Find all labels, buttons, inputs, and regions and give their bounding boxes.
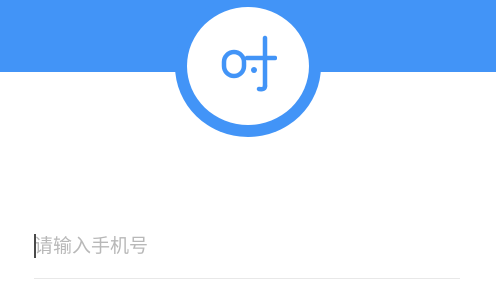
app-logo-icon [221, 35, 277, 92]
app-logo [175, 0, 321, 137]
phone-input-underline [34, 278, 460, 279]
text-caret [34, 234, 36, 258]
login-page [0, 0, 496, 296]
logo-disc [187, 7, 309, 125]
phone-number-input[interactable] [34, 226, 460, 266]
